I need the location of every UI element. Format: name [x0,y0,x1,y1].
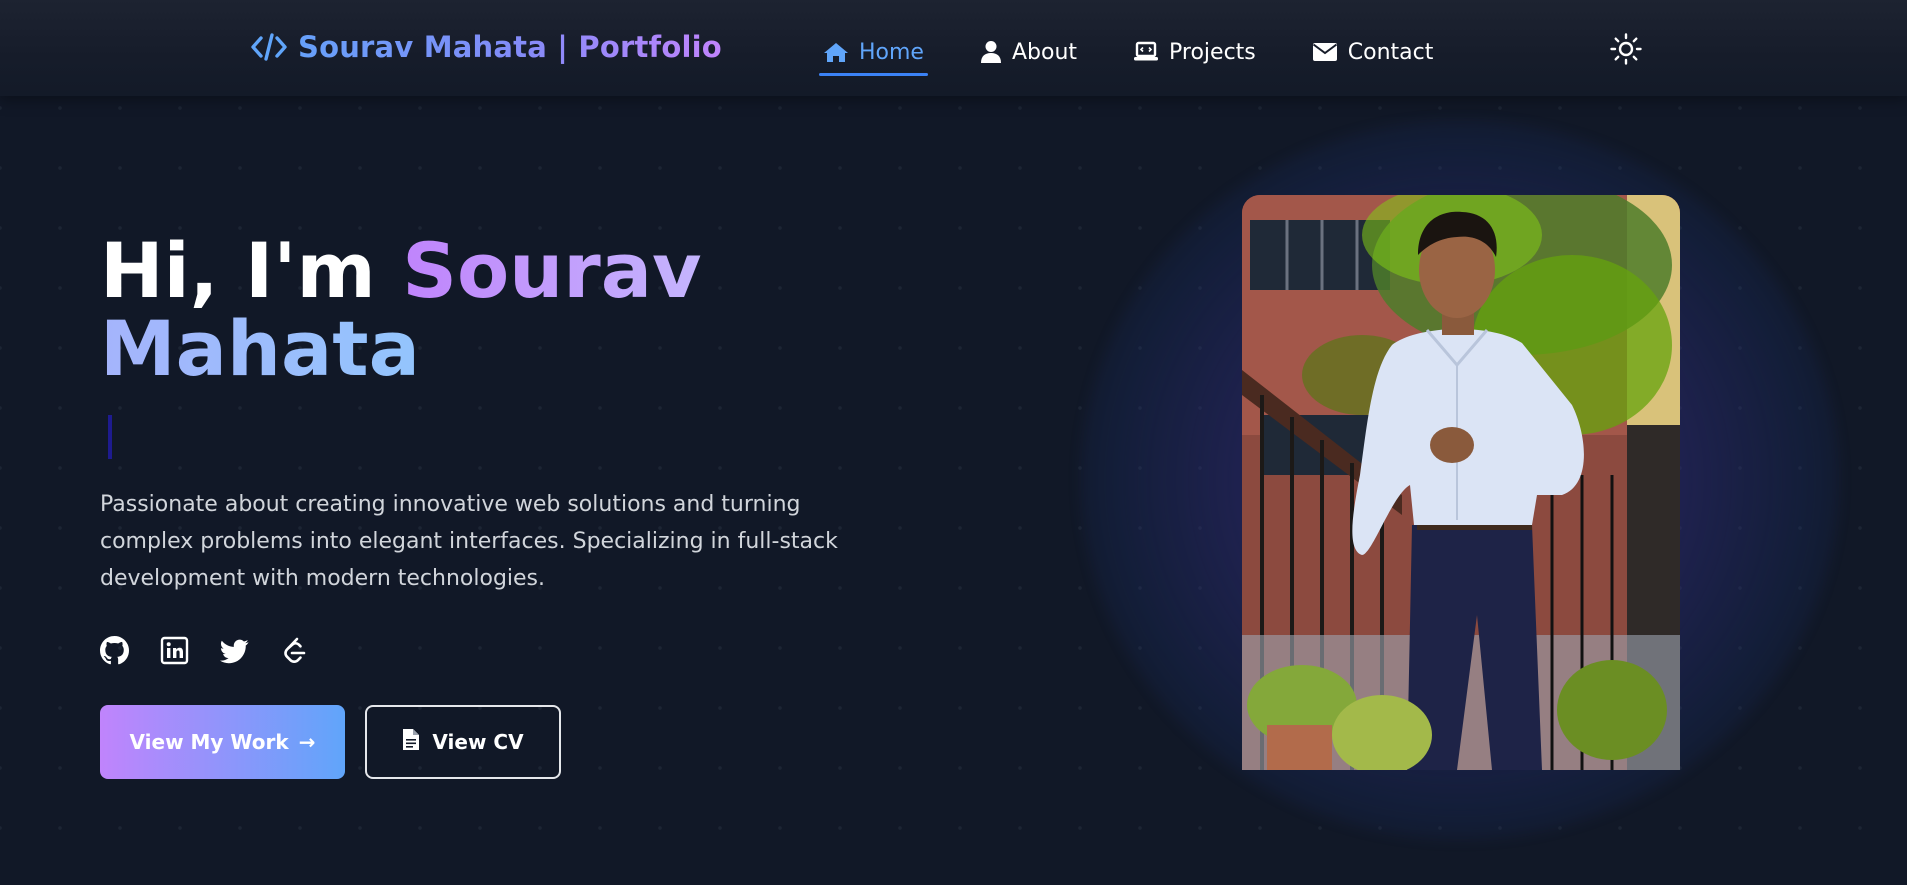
sun-icon [1609,33,1643,70]
twitter-link[interactable] [220,636,249,665]
brand-text: Sourav Mahata | Portfolio [298,30,722,64]
brand-logo[interactable]: Sourav Mahata | Portfolio [250,30,722,64]
laptop-code-icon [1133,41,1159,63]
navbar: Sourav Mahata | Portfolio Home About Pro… [0,0,1907,96]
file-icon [402,728,420,756]
linkedin-link[interactable] [160,636,189,665]
view-cv-label: View CV [432,730,524,754]
user-icon [980,40,1002,64]
hero-last-name: Mahata [100,304,420,393]
profile-photo [1242,195,1680,770]
hero-first-name: Sourav [402,226,702,315]
nav-label-projects: Projects [1169,39,1256,65]
arrow-right-icon: → [298,730,316,754]
nav-links: Home About Projects Contact [819,30,1485,76]
nav-item-home[interactable]: Home [819,30,928,76]
code-icon [250,33,288,61]
view-my-work-label: View My Work [129,730,289,754]
hero-title: Hi, I'm Sourav Mahata [100,232,800,388]
leetcode-link[interactable] [280,636,309,665]
nav-label-home: Home [859,39,924,65]
twitter-icon [220,636,249,665]
nav-item-contact[interactable]: Contact [1308,30,1438,74]
theme-toggle-button[interactable] [1609,32,1643,66]
home-icon [823,41,849,63]
nav-label-contact: Contact [1347,39,1434,65]
leetcode-icon [280,636,309,665]
typing-cursor [108,415,112,459]
hero-description: Passionate about creating innovative web… [100,492,838,591]
nav-label-about: About [1011,39,1078,65]
hero-greeting: Hi, I'm [100,226,376,315]
github-link[interactable] [100,636,129,665]
nav-item-projects[interactable]: Projects [1129,30,1260,74]
nav-item-about[interactable]: About [976,30,1081,74]
portfolio-page: Sourav Mahata | Portfolio Home About Pro… [0,0,1907,885]
envelope-icon [1312,42,1338,62]
view-my-work-button[interactable]: View My Work → [100,705,345,779]
social-links [100,636,309,665]
view-cv-button[interactable]: View CV [365,705,561,779]
github-icon [100,636,129,665]
linkedin-icon [160,636,189,665]
